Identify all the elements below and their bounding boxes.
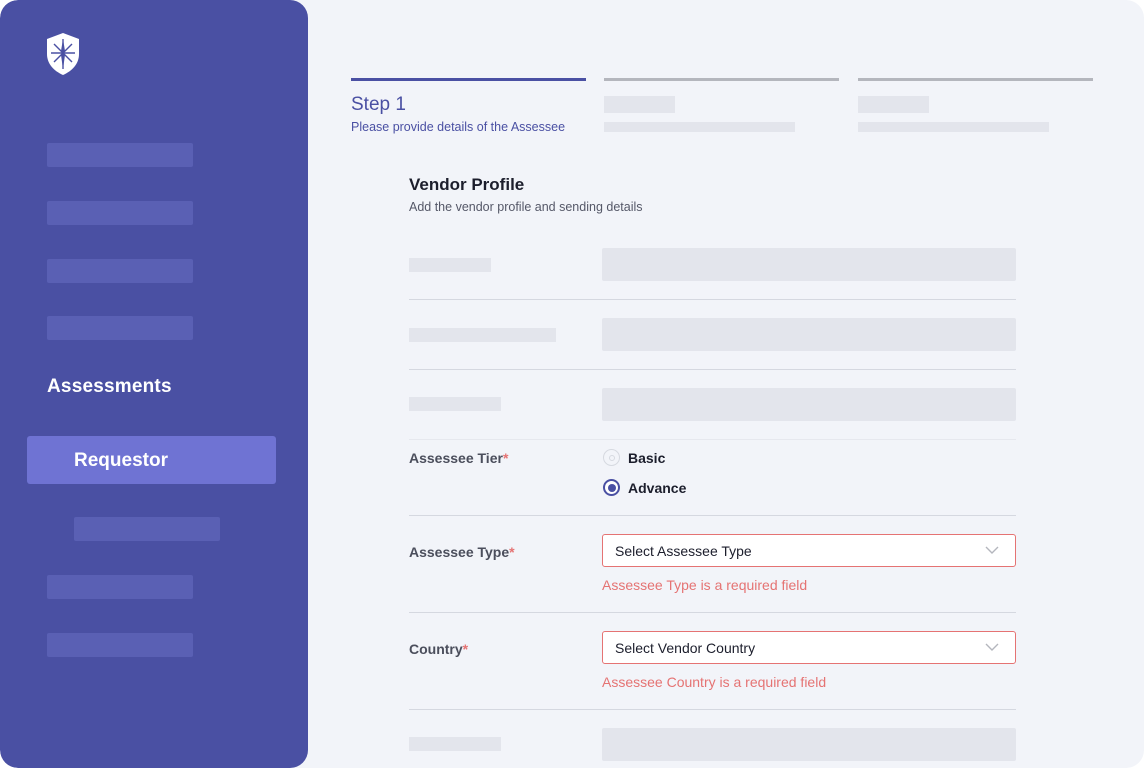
country-select[interactable]: Select Vendor Country: [602, 631, 1016, 664]
sidebar-item-requestor[interactable]: Requestor: [27, 436, 276, 484]
assessee-type-select[interactable]: Select Assessee Type: [602, 534, 1016, 567]
sidebar-item-placeholder[interactable]: [47, 316, 193, 340]
field-label-placeholder: [409, 258, 491, 272]
required-asterisk: *: [509, 544, 515, 560]
radio-advance[interactable]: [603, 479, 620, 496]
step-1-progress-bar: [351, 78, 586, 81]
divider: [409, 299, 1016, 300]
divider: [409, 709, 1016, 710]
radio-advance-label[interactable]: Advance: [628, 480, 686, 496]
input-placeholder[interactable]: [602, 248, 1016, 281]
radio-basic[interactable]: [603, 449, 620, 466]
step-1-subtitle: Please provide details of the Assessee: [351, 120, 566, 134]
step-2-progress-bar: [604, 78, 839, 81]
sidebar-item-placeholder[interactable]: [47, 633, 193, 657]
divider: [409, 369, 1016, 370]
divider: [409, 515, 1016, 516]
input-placeholder[interactable]: [602, 318, 1016, 351]
country-error: Assessee Country is a required field: [602, 674, 827, 690]
chevron-down-icon: [985, 643, 999, 651]
step-2-title-placeholder: [604, 96, 675, 113]
required-asterisk: *: [502, 450, 509, 466]
chevron-down-icon: [985, 546, 999, 554]
field-label-placeholder: [409, 737, 501, 751]
section-subtitle: Add the vendor profile and sending detai…: [409, 200, 643, 214]
assessee-type-error: Assessee Type is a required field: [602, 577, 808, 593]
step-3-subtitle-placeholder: [858, 122, 1049, 132]
country-select-value: Select Vendor Country: [615, 640, 756, 656]
sidebar-item-placeholder[interactable]: [47, 575, 193, 599]
field-label-placeholder: [409, 397, 501, 411]
sidebar-item-placeholder[interactable]: [47, 143, 193, 167]
required-asterisk: *: [462, 641, 469, 657]
input-placeholder[interactable]: [602, 388, 1016, 421]
step-3-title-placeholder: [858, 96, 929, 113]
sidebar-item-label: Requestor: [74, 450, 168, 471]
step-3-progress-bar: [858, 78, 1093, 81]
sidebar-item-placeholder[interactable]: [47, 259, 193, 283]
app-window: Assessments Requestor Step 1 Please prov…: [0, 0, 1144, 768]
sidebar: Assessments Requestor: [0, 0, 308, 768]
sidebar-section-assessments[interactable]: Assessments: [47, 376, 172, 398]
assessee-type-label: Assessee Type*: [409, 544, 515, 560]
divider: [409, 612, 1016, 613]
section-title: Vendor Profile: [409, 175, 525, 194]
sidebar-item-placeholder[interactable]: [47, 201, 193, 225]
field-label-placeholder: [409, 328, 556, 342]
sidebar-subitem-placeholder[interactable]: [74, 517, 220, 541]
input-placeholder[interactable]: [602, 728, 1016, 761]
assessee-type-select-value: Select Assessee Type: [615, 543, 752, 559]
step-2-subtitle-placeholder: [604, 122, 795, 132]
shield-compass-icon[interactable]: [46, 32, 80, 76]
radio-basic-label[interactable]: Basic: [628, 450, 665, 466]
divider: [409, 439, 1016, 440]
country-label: Country*: [409, 641, 469, 657]
step-1-title[interactable]: Step 1: [351, 94, 406, 116]
assessee-tier-label: Assessee Tier*: [409, 450, 509, 466]
